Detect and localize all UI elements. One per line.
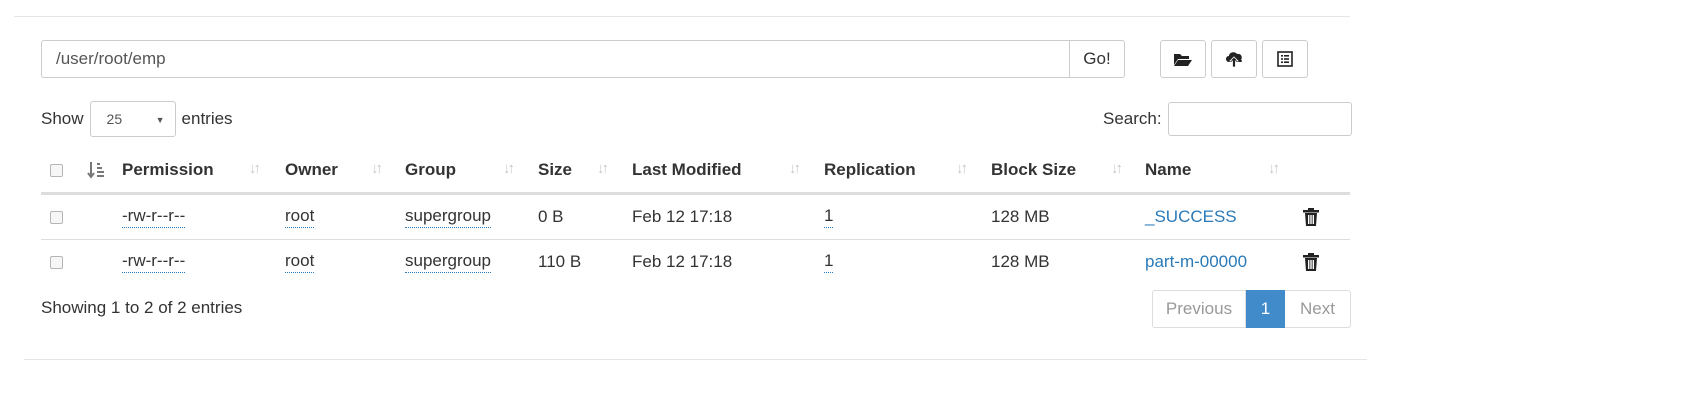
- sort-amount-asc-icon: [87, 162, 104, 179]
- entries-label: entries: [181, 109, 233, 128]
- sort-icon: ↓↑: [1111, 160, 1123, 177]
- block-size-value: 128 MB: [991, 207, 1050, 226]
- entries-selected-value: 25: [106, 111, 123, 127]
- owner-value[interactable]: root: [285, 251, 315, 273]
- permission-value[interactable]: -rw-r--r--: [122, 251, 186, 273]
- select-all-checkbox[interactable]: [50, 163, 63, 177]
- sort-icon: ↓↑: [503, 160, 515, 177]
- table-row: -rw-r--r-- root supergroup 0 B Feb 12 17…: [41, 194, 1350, 239]
- size-value: 0 B: [538, 207, 564, 226]
- trash-icon: [1303, 208, 1319, 226]
- last-modified-header[interactable]: Last Modified: [632, 148, 742, 192]
- owner-header[interactable]: Owner: [285, 148, 338, 192]
- delete-button[interactable]: [1303, 195, 1319, 239]
- delete-button[interactable]: [1303, 240, 1319, 284]
- sort-icon: ↓↑: [249, 160, 261, 177]
- table-row: -rw-r--r-- root supergroup 110 B Feb 12 …: [41, 239, 1350, 284]
- sort-column-header[interactable]: [87, 148, 105, 192]
- last-modified-value: Feb 12 17:18: [632, 252, 733, 271]
- sort-icon: ↓↑: [1268, 160, 1280, 177]
- table-info: Showing 1 to 2 of 2 entries: [41, 298, 243, 317]
- list-alt-icon: [1277, 51, 1293, 67]
- pagination: Previous 1 Next: [1152, 290, 1351, 328]
- name-header[interactable]: Name: [1145, 148, 1191, 192]
- sort-icon: ↓↑: [956, 160, 968, 177]
- page-1-button[interactable]: 1: [1246, 290, 1285, 328]
- bottom-divider: [24, 359, 1367, 360]
- table-header-row: Permission ↓↑ Owner ↓↑ Group ↓↑ Size ↓↑ …: [41, 148, 1350, 194]
- sort-icon: ↓↑: [597, 160, 609, 177]
- chevron-down-icon: ▼: [155, 115, 165, 125]
- block-size-value: 128 MB: [991, 252, 1050, 271]
- cloud-upload-icon: [1226, 52, 1243, 68]
- sort-icon: ↓↑: [789, 160, 801, 177]
- file-name-link[interactable]: part-m-00000: [1145, 240, 1247, 284]
- group-value[interactable]: supergroup: [405, 251, 492, 273]
- size-value: 110 B: [538, 252, 582, 271]
- search-input[interactable]: [1167, 102, 1352, 136]
- permission-value[interactable]: -rw-r--r--: [122, 206, 186, 228]
- previous-page-button[interactable]: Previous: [1152, 290, 1246, 328]
- path-bar: Go!: [41, 40, 1125, 78]
- last-modified-value: Feb 12 17:18: [632, 207, 733, 226]
- replication-header[interactable]: Replication: [824, 148, 916, 192]
- group-value[interactable]: supergroup: [405, 206, 492, 228]
- block-size-header[interactable]: Block Size: [991, 148, 1076, 192]
- file-name-link[interactable]: _SUCCESS: [1145, 195, 1237, 239]
- next-page-button[interactable]: Next: [1285, 290, 1351, 328]
- sort-icon: ↓↑: [371, 160, 383, 177]
- entries-per-page-select[interactable]: 25 ▼: [89, 101, 176, 137]
- go-button[interactable]: Go!: [1069, 40, 1125, 78]
- row-checkbox[interactable]: [50, 210, 63, 224]
- directory-path-input[interactable]: [41, 40, 1069, 78]
- upload-button[interactable]: [1211, 40, 1257, 78]
- replication-value[interactable]: 1: [824, 206, 834, 228]
- size-header[interactable]: Size: [538, 148, 572, 192]
- folder-open-icon: [1174, 54, 1192, 66]
- entries-length-control: Show 25 ▼ entries: [41, 101, 233, 137]
- show-label: Show: [41, 109, 84, 128]
- owner-value[interactable]: root: [285, 206, 315, 228]
- replication-value[interactable]: 1: [824, 251, 834, 273]
- permission-header[interactable]: Permission: [122, 148, 214, 192]
- trash-icon: [1303, 253, 1319, 271]
- top-divider: [14, 16, 1350, 17]
- file-table: Permission ↓↑ Owner ↓↑ Group ↓↑ Size ↓↑ …: [41, 148, 1350, 284]
- group-header[interactable]: Group: [405, 148, 456, 192]
- row-checkbox[interactable]: [50, 255, 63, 269]
- create-directory-button[interactable]: [1160, 40, 1206, 78]
- table-search: Search:: [1103, 102, 1352, 136]
- search-label: Search:: [1103, 109, 1162, 128]
- cut-paste-button[interactable]: [1262, 40, 1308, 78]
